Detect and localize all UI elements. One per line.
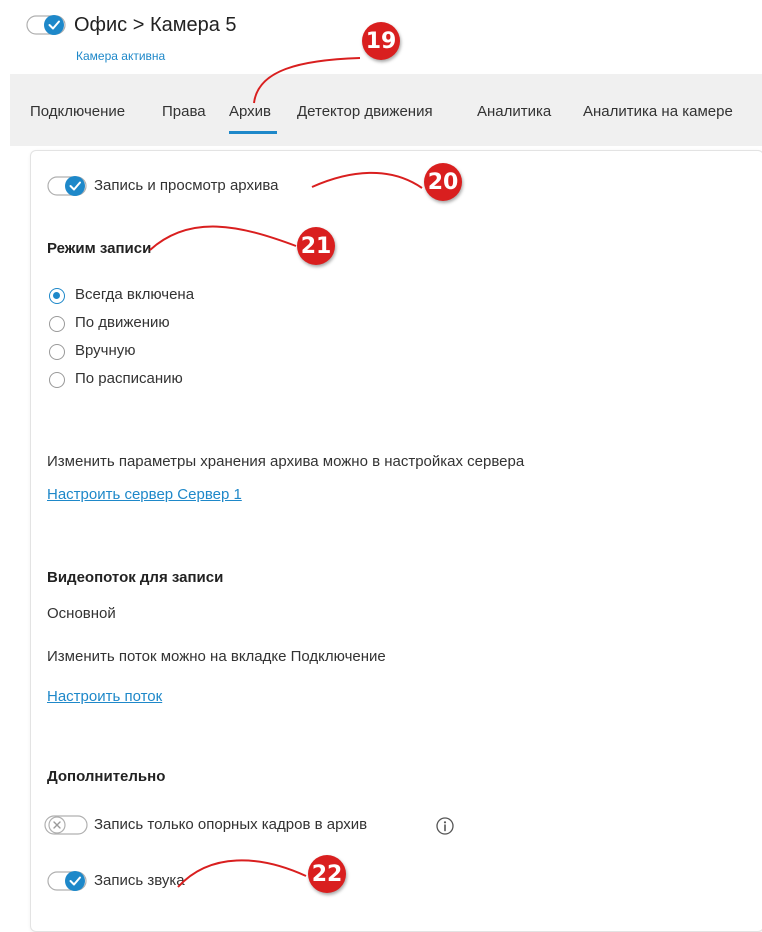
radio-motion[interactable] [49,316,65,332]
archive-record-toggle[interactable] [47,175,87,197]
tab-camera-analytics[interactable]: Аналитика на камере [583,103,733,120]
tab-archive[interactable]: Архив [229,103,271,120]
radio-always[interactable] [49,288,65,304]
page-title: Офис > Камера 5 [74,14,237,36]
configure-stream-link[interactable]: Настроить поток [47,688,162,705]
radio-manual-label[interactable]: Вручную [75,342,136,359]
keyframes-toggle[interactable] [44,814,88,836]
radio-schedule[interactable] [49,372,65,388]
radio-schedule-label[interactable]: По расписанию [75,370,183,387]
annotation-marker-22: 22 [308,855,346,893]
audio-record-label: Запись звука [94,872,185,889]
annotation-marker-19: 19 [362,22,400,60]
audio-record-toggle[interactable] [47,870,87,892]
camera-enabled-toggle[interactable] [26,14,66,36]
tab-motion-detector[interactable]: Детектор движения [297,103,433,120]
record-mode-heading: Режим записи [47,240,152,257]
active-tab-indicator [229,131,277,134]
stream-heading: Видеопоток для записи [47,569,224,586]
tab-analytics[interactable]: Аналитика [477,103,551,120]
archive-settings-card [30,150,762,932]
stream-change-text: Изменить поток можно на вкладке Подключе… [47,648,386,665]
camera-status: Камера активна [76,49,166,63]
tab-connection[interactable]: Подключение [30,103,125,120]
additional-heading: Дополнительно [47,768,166,785]
archive-record-label: Запись и просмотр архива [94,177,279,194]
configure-server-link[interactable]: Настроить сервер Сервер 1 [47,486,242,503]
tab-rights[interactable]: Права [162,103,206,120]
radio-motion-label[interactable]: По движению [75,314,170,331]
info-icon[interactable] [435,816,455,836]
keyframes-label: Запись только опорных кадров в архив [94,816,368,833]
annotation-marker-20: 20 [424,163,462,201]
radio-always-label[interactable]: Всегда включена [75,286,194,303]
annotation-marker-21: 21 [297,227,335,265]
radio-manual[interactable] [49,344,65,360]
storage-info-text: Изменить параметры хранения архива можно… [47,453,525,470]
stream-value: Основной [47,605,116,622]
